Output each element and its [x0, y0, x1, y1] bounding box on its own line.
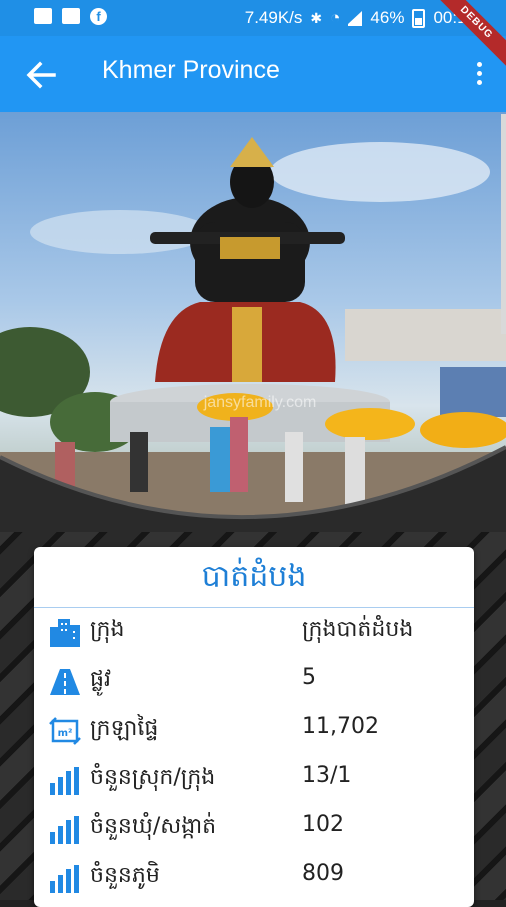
info-label: ចំនួនឃុំ/សង្កាត់: [90, 814, 217, 839]
bar-chart-icon: [50, 865, 79, 893]
province-photo: jansyfamily.com: [0, 112, 506, 532]
network-speed: 7.49K/s: [244, 8, 303, 27]
info-value: 809: [302, 861, 344, 886]
info-label: ក្រុង: [90, 617, 125, 642]
status-bar: f 7.49K/s ✱ ◔ 46% 00:10: [0, 0, 506, 36]
info-row-villages: ចំនួនភូមិ 809: [34, 853, 474, 901]
bluetooth-icon: ✱: [310, 9, 323, 26]
more-vert-icon[interactable]: [474, 62, 484, 90]
signal-icon: [348, 10, 363, 26]
info-label: ចំនួនស្រុក/ក្រុង: [90, 765, 216, 790]
bar-chart-icon: [50, 816, 79, 844]
city-icon: [50, 619, 80, 647]
wifi-icon: ◔: [330, 8, 341, 27]
province-name: បាត់ដំបង: [201, 559, 307, 594]
road-icon: [50, 669, 80, 695]
scrollbar[interactable]: [501, 114, 506, 334]
android-icon: [62, 8, 80, 24]
info-label: ចំនួនភូមិ: [90, 863, 160, 888]
info-value: 102: [302, 812, 344, 837]
info-row-area: m² ក្រឡាផ្ទៃ 11,702: [34, 706, 474, 754]
info-row-districts: ចំនួនស្រុក/ក្រុង 13/1: [34, 755, 474, 803]
info-value: 5: [302, 665, 316, 690]
area-icon: m²: [49, 717, 81, 745]
photo-watermark: jansyfamily.com: [203, 394, 317, 411]
battery-percent: 46%: [370, 8, 405, 27]
svg-text:m²: m²: [58, 728, 73, 739]
info-value: 13/1: [302, 763, 352, 788]
info-row-communes: ចំនួនឃុំ/សង្កាត់ 102: [34, 804, 474, 852]
app-bar: Khmer Province: [0, 36, 506, 112]
info-value: 11,702: [302, 714, 379, 739]
image-icon: [34, 8, 52, 24]
info-label: ផ្លូវ: [90, 667, 111, 692]
info-row-road: ផ្លូវ 5: [34, 657, 474, 705]
battery-icon: [412, 8, 426, 28]
province-info-card: បាត់ដំបង ក្រុង ក្រុងបាត់ដំបង ផ្លូវ 5 m² …: [34, 547, 474, 907]
page-title: Khmer Province: [102, 56, 280, 84]
arrow-back-icon[interactable]: [24, 58, 58, 92]
info-label: ក្រឡាផ្ទៃ: [90, 716, 159, 741]
info-row-city: ក្រុង ក្រុងបាត់ដំបង: [34, 607, 474, 655]
bar-chart-icon: [50, 767, 79, 795]
facebook-icon: f: [90, 8, 107, 25]
info-value: ក្រុងបាត់ដំបង: [302, 617, 414, 642]
